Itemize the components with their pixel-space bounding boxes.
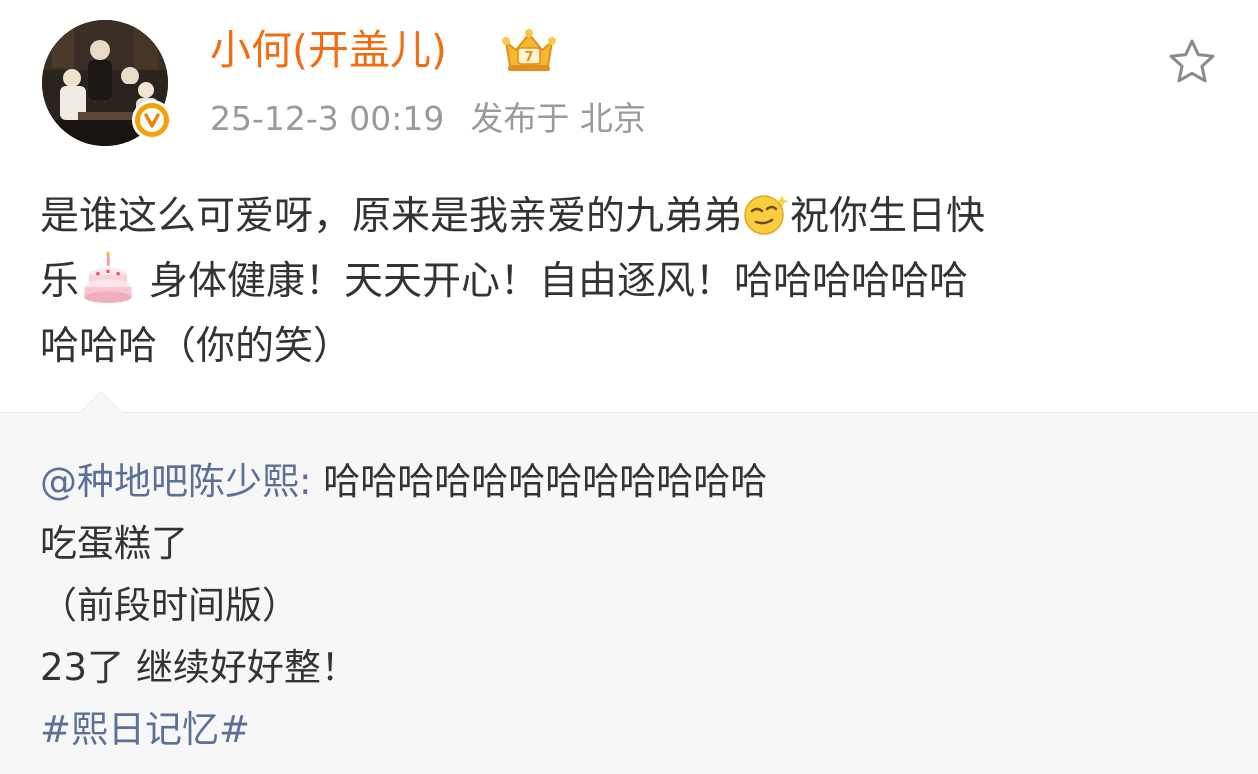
- post-line-3: 哈哈哈（你的笑）: [40, 324, 353, 369]
- post-text: 身体健康！天天开心！自由逐风！哈哈哈哈哈哈: [149, 259, 969, 304]
- hashtag-link[interactable]: #熙日记忆#: [40, 708, 250, 751]
- mention-link[interactable]: @种地吧陈少熙: [40, 460, 299, 503]
- svg-text:7: 7: [524, 50, 533, 65]
- post-meta: 25-12-3 00:19 发布于 北京: [210, 96, 646, 142]
- repost-content: @种地吧陈少熙: 哈哈哈哈哈哈哈哈哈哈哈哈 吃蛋糕了 （前段时间版） 23了 继…: [40, 451, 1230, 761]
- post-text: 乐: [40, 259, 80, 304]
- repost-text: 哈哈哈哈哈哈哈哈哈哈哈哈: [323, 460, 768, 503]
- verified-badge: [132, 100, 172, 140]
- post-time: 25-12-3 00:19: [210, 99, 445, 138]
- smirk-emoji-icon: [744, 195, 790, 235]
- repost-line-2: 吃蛋糕了: [40, 522, 188, 565]
- author-avatar[interactable]: [42, 20, 172, 146]
- mention-colon: :: [299, 460, 324, 503]
- post-line-2: 乐 身体健康！天天开心！自由逐风！哈哈哈哈哈哈: [40, 249, 1230, 314]
- verified-v-icon: [140, 108, 164, 132]
- weibo-post: 小何(开盖儿) 7 25-12-3 00:19 发布于 北京 是谁这么可爱呀，原来…: [0, 0, 1258, 774]
- post-location: 发布于 北京: [470, 99, 646, 138]
- author-name[interactable]: 小何(开盖儿): [210, 22, 447, 78]
- post-content: 是谁这么可爱呀，原来是我亲爱的九弟弟 祝你生日快 乐 身体健康！天天开心！自由逐风！…: [40, 184, 1230, 379]
- repost-box[interactable]: @种地吧陈少熙: 哈哈哈哈哈哈哈哈哈哈哈哈 吃蛋糕了 （前段时间版） 23了 继…: [0, 390, 1258, 774]
- favorite-star-icon[interactable]: [1166, 36, 1218, 88]
- repost-line-1: @种地吧陈少熙: 哈哈哈哈哈哈哈哈哈哈哈哈: [40, 451, 1230, 513]
- post-text: 是谁这么可爱呀，原来是我亲爱的九弟弟: [40, 194, 743, 239]
- repost-line-4: 23了 继续好好整！: [40, 646, 358, 689]
- repost-line-3: （前段时间版）: [40, 584, 299, 627]
- cake-emoji-icon: [84, 251, 132, 303]
- post-text: 祝你生日快: [790, 194, 986, 239]
- repost-notch: [79, 390, 123, 434]
- repost-line-5: #熙日记忆#: [40, 699, 1230, 761]
- post-line-1: 是谁这么可爱呀，原来是我亲爱的九弟弟 祝你生日快: [40, 184, 1230, 249]
- crown-member-icon[interactable]: 7: [500, 28, 558, 74]
